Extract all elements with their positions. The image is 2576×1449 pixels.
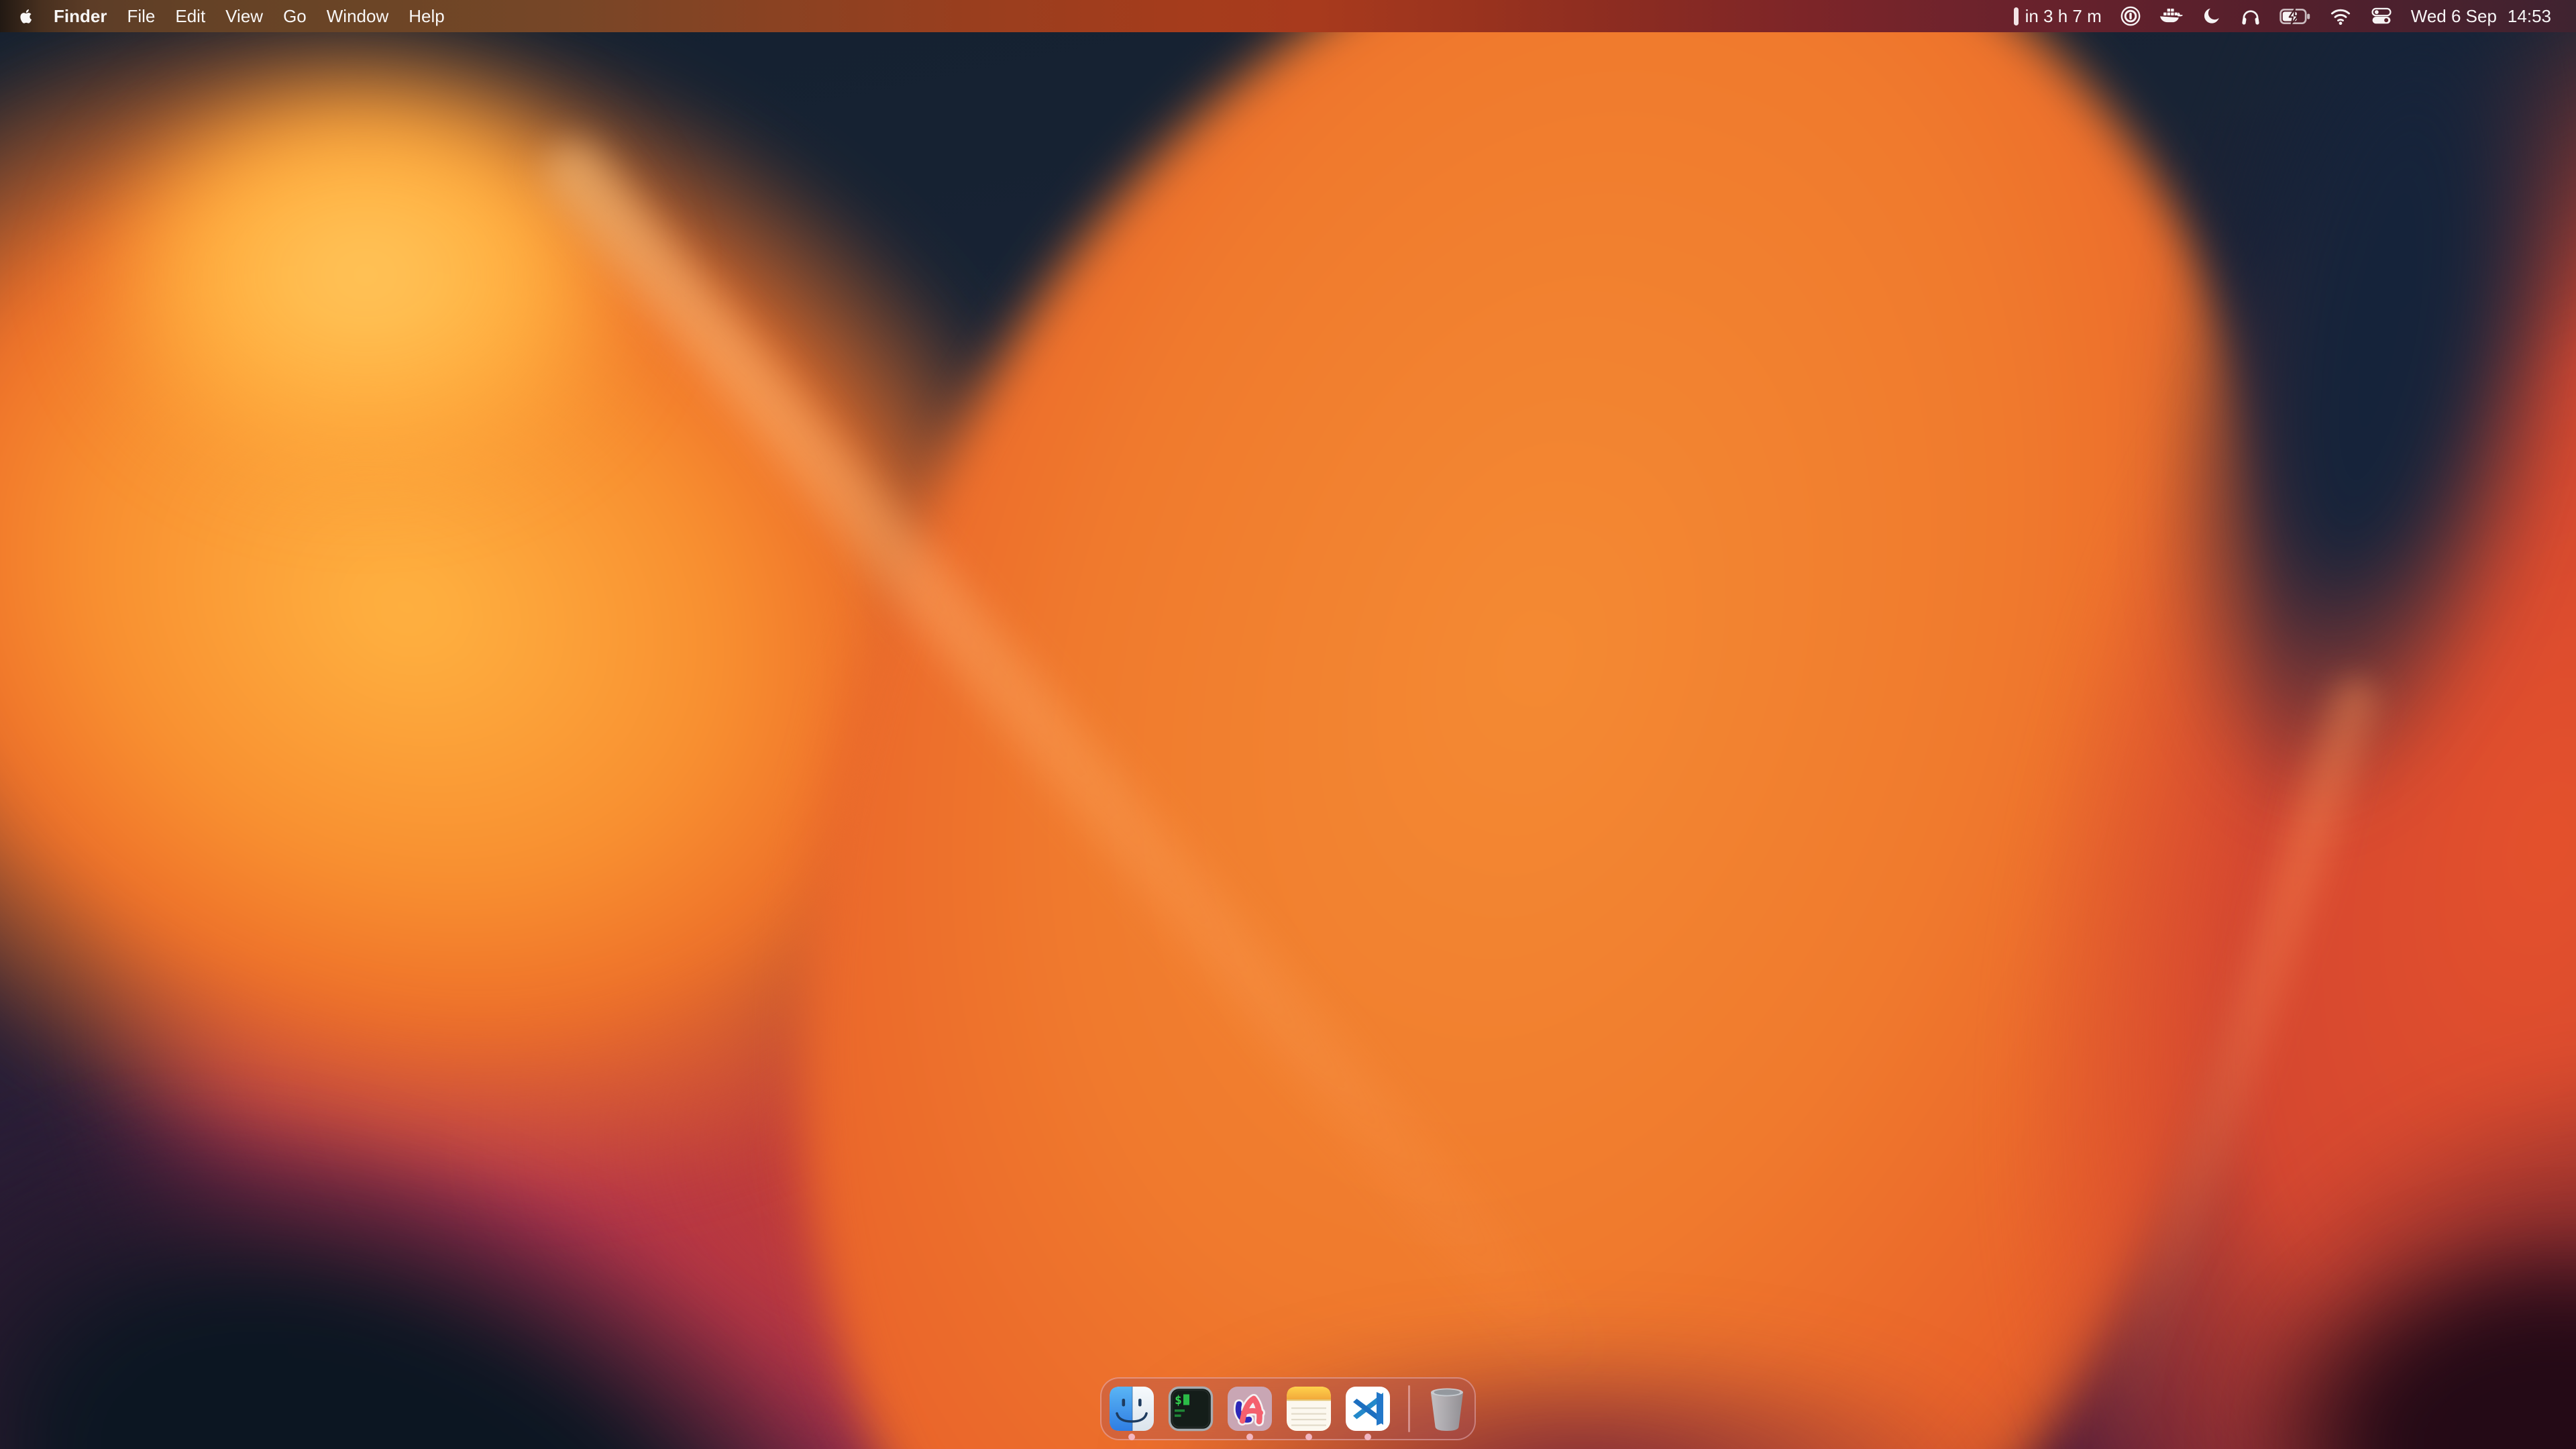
wifi-icon	[2329, 7, 2352, 25]
1password-icon	[2120, 5, 2141, 27]
desktop-wallpaper[interactable]	[0, 0, 2576, 1449]
dock-item-notes[interactable]	[1286, 1386, 1332, 1432]
clock-time: 14:53	[2508, 6, 2551, 27]
menu-bar-status: in 3 h 7 m	[2014, 0, 2576, 32]
menu-item-help[interactable]: Help	[398, 0, 454, 32]
clock-date: Wed 6 Sep	[2411, 6, 2497, 27]
menu-bar: Finder File Edit View Go Window Help in …	[0, 0, 2576, 32]
running-indicator	[1305, 1434, 1312, 1440]
onepassword-status[interactable]	[2120, 0, 2141, 32]
focus-status[interactable]	[2202, 0, 2222, 32]
running-indicator	[1364, 1434, 1371, 1440]
menu-item-go[interactable]: Go	[273, 0, 317, 32]
battery-status[interactable]	[2279, 0, 2311, 32]
sound-output-status[interactable]	[2240, 0, 2261, 32]
apple-menu[interactable]	[13, 7, 44, 25]
docker-whale-icon	[2159, 7, 2184, 25]
menu-item-view[interactable]: View	[215, 0, 273, 32]
dock-item-finder[interactable]	[1109, 1386, 1155, 1432]
running-indicator	[1246, 1434, 1253, 1440]
menu-item-file[interactable]: File	[117, 0, 165, 32]
dock-item-terminal[interactable]: $	[1168, 1386, 1214, 1432]
dock: $	[1100, 1377, 1476, 1440]
wifi-status[interactable]	[2329, 0, 2352, 32]
control-center-status[interactable]	[2370, 0, 2393, 32]
focus-moon-icon	[2202, 6, 2222, 26]
menu-item-window[interactable]: Window	[317, 0, 398, 32]
notes-icon	[1286, 1386, 1332, 1432]
menu-bar-clock[interactable]: Wed 6 Sep 14:53	[2411, 0, 2551, 32]
headphones-icon	[2240, 6, 2261, 26]
control-center-icon	[2370, 7, 2393, 25]
docker-status[interactable]	[2159, 0, 2184, 32]
timer-text: in 3 h 7 m	[2025, 6, 2102, 27]
vscode-icon	[1345, 1386, 1391, 1432]
apple-logo-icon	[19, 7, 34, 25]
trash-icon	[1426, 1385, 1468, 1433]
arc-browser-icon	[1227, 1386, 1273, 1432]
timer-bar-icon	[2014, 7, 2019, 25]
dock-item-vscode[interactable]	[1345, 1386, 1391, 1432]
menu-bar-left: Finder File Edit View Go Window Help	[0, 0, 455, 32]
focus-timer-status[interactable]: in 3 h 7 m	[2014, 0, 2102, 32]
running-indicator	[1128, 1434, 1135, 1440]
dock-item-arc[interactable]	[1227, 1386, 1273, 1432]
finder-icon	[1109, 1386, 1155, 1432]
dock-item-trash[interactable]	[1426, 1385, 1468, 1433]
terminal-icon: $	[1168, 1386, 1214, 1432]
dock-separator	[1408, 1385, 1410, 1432]
menu-item-edit[interactable]: Edit	[165, 0, 215, 32]
battery-charging-icon	[2279, 8, 2311, 25]
menu-item-finder[interactable]: Finder	[44, 0, 117, 32]
svg-text:$: $	[1175, 1393, 1182, 1407]
